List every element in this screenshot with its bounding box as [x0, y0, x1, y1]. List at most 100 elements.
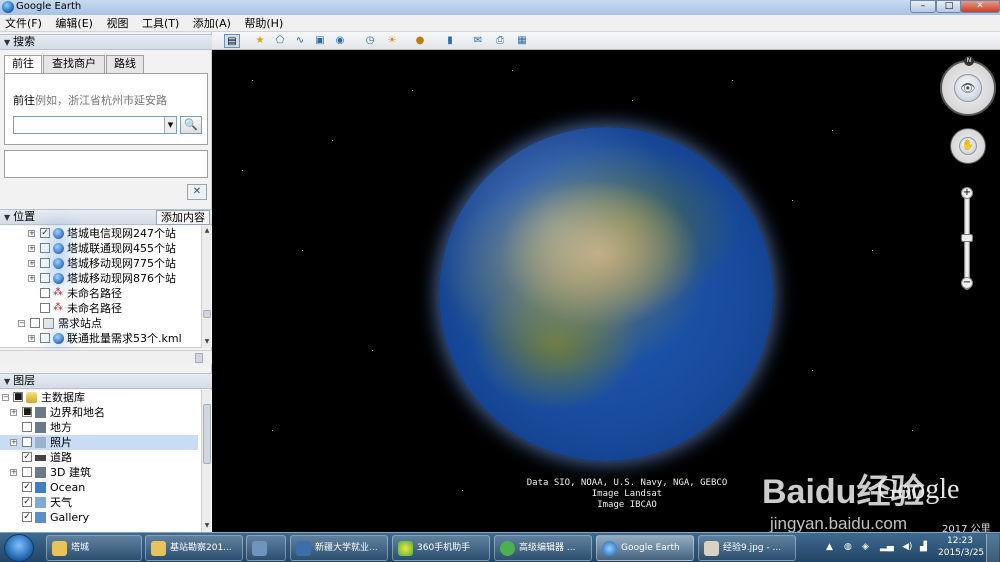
tab-directions[interactable]: 路线 [106, 55, 144, 73]
eye-icon[interactable]: 👁 [954, 74, 982, 102]
signal-icon[interactable]: ▟ [920, 542, 927, 552]
sidebar-icon[interactable]: ▤ [224, 34, 240, 48]
clear-search-button[interactable]: ✕ [187, 184, 207, 200]
add-content-button[interactable]: 添加内容 [156, 210, 210, 225]
taskbar-item-google-earth[interactable]: Google Earth [596, 535, 694, 561]
expand-icon[interactable]: + [10, 409, 17, 416]
network-icon[interactable]: ▂▄ [880, 542, 894, 552]
expand-icon[interactable]: + [10, 439, 17, 446]
security-icon[interactable]: ◍ [844, 542, 852, 552]
scroll-down-icon[interactable]: ▼ [203, 338, 211, 346]
collapse-icon[interactable]: − [18, 320, 25, 327]
planet-icon[interactable]: ● [412, 34, 428, 48]
search-button[interactable]: 🔍 [180, 116, 202, 134]
north-indicator[interactable]: N [964, 56, 974, 66]
overlay-icon[interactable]: ▣ [312, 34, 328, 48]
minimize-button[interactable]: – [910, 0, 936, 13]
layer-checkbox[interactable] [22, 422, 32, 432]
places-panel-header[interactable]: ▼ 位置 添加内容 [0, 209, 212, 225]
layer-checkbox[interactable]: ■ [13, 392, 23, 402]
placemark-icon[interactable]: ★ [252, 34, 268, 48]
sun-icon[interactable]: ☀ [384, 34, 400, 48]
look-control[interactable]: 👁 [940, 60, 996, 116]
layer-checkbox[interactable]: ✓ [22, 497, 32, 507]
list-item[interactable]: + 照片 [0, 435, 198, 450]
menu-view[interactable]: 视图 [101, 15, 133, 32]
search-panel-header[interactable]: ▼ 搜索 [0, 34, 212, 50]
tray-arrow-icon[interactable]: ▲ [826, 542, 833, 552]
zoom-out-button[interactable]: − [961, 277, 973, 289]
attribution-line: Data SIO, NOAA, U.S. Navy, NGA, GEBCO [526, 478, 728, 488]
place-checkbox[interactable] [30, 318, 40, 328]
show-desktop-button[interactable] [986, 534, 999, 562]
taskbar-item[interactable]: 高级编辑器 ... [494, 535, 592, 561]
windows-start-icon[interactable] [4, 534, 34, 562]
zoom-in-button[interactable]: + [961, 187, 973, 199]
polygon-icon[interactable]: ⬠ [272, 34, 288, 48]
tray-app-icon[interactable]: ◈ [862, 542, 869, 552]
menu-file[interactable]: 文件(F) [0, 15, 47, 32]
earth-viewer[interactable]: Data SIO, NOAA, U.S. Navy, NGA, GEBCO Im… [212, 50, 1000, 532]
taskbar-clock[interactable]: 12:23 2015/3/25 [938, 535, 984, 559]
hand-icon[interactable]: ✋ [959, 137, 977, 155]
taskbar-item[interactable]: 塔城 [46, 535, 142, 561]
layer-checkbox[interactable]: ✓ [22, 452, 32, 462]
path-icon[interactable]: ∿ [292, 34, 308, 48]
ruler-icon[interactable]: ▮ [442, 34, 458, 48]
maps-icon[interactable]: ▦ [514, 34, 530, 48]
close-button[interactable]: ✕ [960, 0, 1000, 13]
place-checkbox[interactable] [40, 243, 50, 253]
layers-scrollbar[interactable]: ▼ [201, 390, 211, 532]
print-icon[interactable]: ⎙ [492, 34, 508, 48]
scroll-thumb[interactable] [203, 310, 211, 318]
layer-checkbox[interactable]: ■ [22, 407, 32, 417]
taskbar-item[interactable]: 经验9.jpg - ... [698, 535, 796, 561]
layer-checkbox[interactable]: ✓ [22, 482, 32, 492]
kml-globe-icon [53, 273, 64, 284]
layer-checkbox[interactable]: ✓ [22, 512, 32, 522]
scroll-thumb[interactable] [195, 353, 203, 363]
email-icon[interactable]: ✉ [470, 34, 486, 48]
taskbar-item[interactable]: 360手机助手 [392, 535, 490, 561]
scroll-down-icon[interactable]: ▼ [203, 522, 211, 530]
taskbar-item[interactable]: 基站勘察201... [145, 535, 243, 561]
expand-icon[interactable]: + [28, 245, 35, 252]
history-icon[interactable]: ◷ [362, 34, 378, 48]
search-input[interactable]: ▼ [13, 116, 177, 134]
tab-fly-to[interactable]: 前往 [4, 55, 42, 74]
collapse-icon[interactable]: − [2, 394, 9, 401]
taskbar-item[interactable] [246, 535, 286, 561]
expand-icon[interactable]: + [10, 469, 17, 476]
menu-tools[interactable]: 工具(T) [137, 15, 184, 32]
chevron-down-icon[interactable]: ▼ [164, 117, 176, 133]
menu-add[interactable]: 添加(A) [188, 15, 236, 32]
menu-edit[interactable]: 编辑(E) [50, 15, 98, 32]
place-checkbox[interactable] [40, 333, 50, 343]
move-control[interactable]: ✋ [950, 128, 986, 164]
tab-find-business[interactable]: 查找商户 [43, 55, 105, 73]
layer-checkbox[interactable] [22, 437, 32, 447]
expand-icon[interactable]: + [28, 335, 35, 342]
place-checkbox[interactable] [40, 273, 50, 283]
expand-icon[interactable]: + [28, 260, 35, 267]
layers-panel-header[interactable]: ▼ 图层 [0, 373, 212, 389]
volume-icon[interactable]: ◀) [902, 542, 912, 552]
tour-icon[interactable]: ◉ [332, 34, 348, 48]
expand-icon[interactable]: + [28, 230, 35, 237]
menu-help[interactable]: 帮助(H) [239, 15, 288, 32]
computer-icon [252, 541, 267, 556]
earth-globe[interactable] [439, 127, 773, 461]
zoom-thumb[interactable] [961, 234, 973, 242]
taskbar-item[interactable]: 新疆大学就业... [290, 535, 388, 561]
place-checkbox[interactable]: ✓ [40, 228, 50, 238]
scroll-thumb[interactable] [203, 404, 211, 464]
layer-checkbox[interactable] [22, 467, 32, 477]
place-checkbox[interactable] [40, 288, 50, 298]
expand-icon[interactable]: + [28, 275, 35, 282]
maximize-button[interactable]: □ [936, 0, 962, 13]
place-checkbox[interactable] [40, 303, 50, 313]
scroll-up-icon[interactable]: ▲ [203, 227, 211, 235]
places-horizontal-scrollbar[interactable] [0, 350, 212, 364]
place-checkbox[interactable] [40, 258, 50, 268]
places-scrollbar[interactable]: ▲ ▼ [201, 226, 211, 348]
